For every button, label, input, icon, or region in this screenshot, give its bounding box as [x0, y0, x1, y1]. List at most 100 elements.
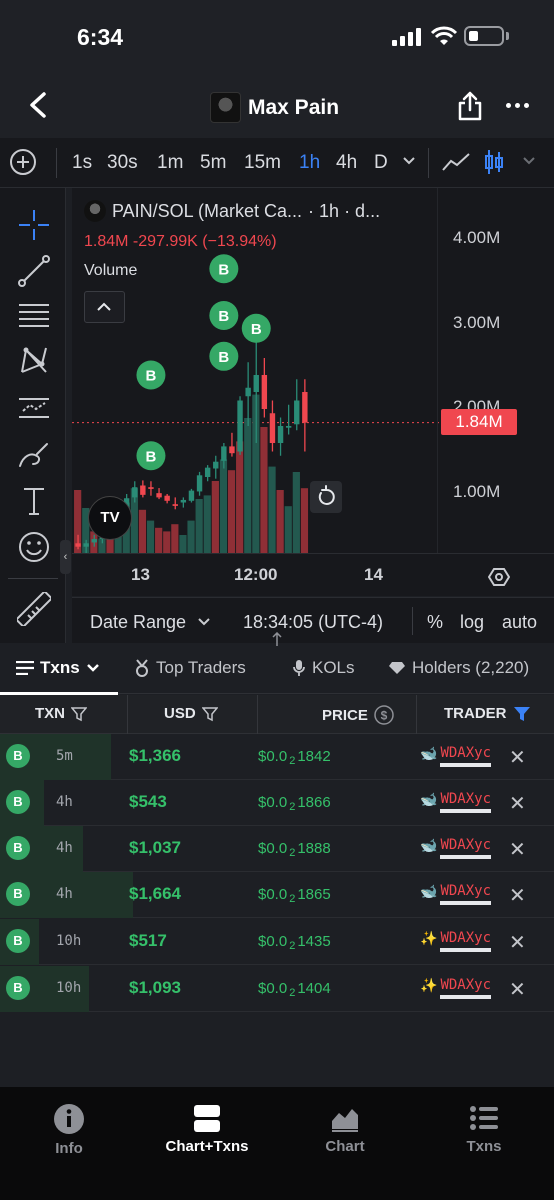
tab-kols-label: KOLs: [312, 658, 355, 677]
timeframe-1m[interactable]: 1m: [157, 152, 183, 174]
tab-top-traders[interactable]: Top Traders: [134, 658, 246, 678]
forecast-icon[interactable]: [17, 391, 51, 425]
trader-cell[interactable]: 🐋 WDAXyc: [420, 837, 492, 859]
volume-bar: [244, 418, 252, 553]
pattern-icon[interactable]: [17, 344, 51, 378]
crosshair-icon[interactable]: [17, 208, 51, 242]
chart-legend: PAIN/SOL (Market Ca... · 1h · d...: [84, 200, 380, 222]
dollar-circle-icon[interactable]: $: [374, 705, 394, 725]
ruler-icon[interactable]: [17, 592, 51, 626]
timeframe-dropdown-icon[interactable]: [402, 156, 416, 166]
remove-filter-icon[interactable]: ✕: [509, 745, 526, 770]
tab-txns[interactable]: Txns: [16, 658, 100, 678]
timeframe-d[interactable]: D: [374, 152, 388, 174]
bottom-tab-chart[interactable]: Chart: [290, 1103, 400, 1155]
remove-filter-icon[interactable]: ✕: [509, 977, 526, 1002]
trader-name[interactable]: WDAXyc: [440, 745, 492, 767]
chart-clock[interactable]: 18:34:05 (UTC-4): [243, 612, 383, 633]
emoji-icon[interactable]: [17, 530, 51, 564]
trader-cell[interactable]: 🐋 WDAXyc: [420, 745, 492, 767]
chevron-down-icon[interactable]: [198, 618, 210, 626]
txn-row[interactable]: B 4h $1,664 $0.0 2 1865 🐋 WDAXyc ✕: [0, 872, 554, 918]
timeframe-1s[interactable]: 1s: [72, 152, 92, 174]
trader-name[interactable]: WDAXyc: [440, 837, 492, 859]
trader-name[interactable]: WDAXyc: [440, 930, 492, 952]
date-range-button[interactable]: Date Range: [90, 612, 186, 633]
y-tick-label: 4.00M: [453, 228, 501, 247]
volume-bar: [179, 535, 187, 553]
txn-row[interactable]: B 4h $543 $0.0 2 1866 🐋 WDAXyc ✕: [0, 780, 554, 826]
token-title: Max Pain: [210, 92, 339, 123]
txn-usd: $1,664: [129, 884, 181, 903]
filter-icon[interactable]: [201, 706, 218, 722]
more-options-icon[interactable]: [506, 103, 529, 108]
tab-holders[interactable]: Holders (2,220): [388, 658, 554, 678]
percent-toggle[interactable]: %: [427, 612, 443, 633]
timeframe-15m[interactable]: 15m: [244, 152, 281, 174]
text-tool-icon[interactable]: [17, 484, 51, 518]
column-header-trader[interactable]: TRADER: [444, 705, 531, 722]
txn-row[interactable]: B 4h $1,037 $0.0 2 1888 🐋 WDAXyc ✕: [0, 826, 554, 872]
remove-filter-icon[interactable]: ✕: [509, 837, 526, 862]
buy-marker-label: B: [218, 308, 229, 325]
line-chart-type-icon[interactable]: [441, 151, 471, 173]
column-header-price[interactable]: PRICE $: [322, 705, 394, 725]
trader-name[interactable]: WDAXyc: [440, 883, 492, 905]
tab-kols[interactable]: KOLs: [292, 658, 355, 678]
candle: [164, 494, 170, 504]
trader-name[interactable]: WDAXyc: [440, 977, 492, 999]
txn-row[interactable]: B 10h $517 $0.0 2 1435 ✨ WDAXyc ✕: [0, 919, 554, 965]
reset-chart-button[interactable]: [310, 481, 342, 513]
remove-filter-icon[interactable]: ✕: [509, 930, 526, 955]
filter-icon[interactable]: [71, 706, 87, 722]
column-header-txn[interactable]: TXN: [35, 705, 87, 722]
bottom-tab-txns[interactable]: Txns: [429, 1103, 539, 1155]
legend-title: PAIN/SOL (Market Ca...: [112, 200, 303, 221]
remove-filter-icon[interactable]: ✕: [509, 791, 526, 816]
legend-collapse-button[interactable]: [84, 291, 125, 323]
log-toggle[interactable]: log: [460, 612, 484, 633]
candle: [237, 396, 243, 455]
table-header: TXN USD PRICE $ TRADER: [0, 695, 554, 734]
tab-txns-label: Txns: [40, 658, 80, 677]
share-icon[interactable]: [456, 90, 484, 122]
trend-line-icon[interactable]: [17, 254, 51, 288]
column-header-usd[interactable]: USD: [164, 705, 218, 722]
trader-name[interactable]: WDAXyc: [440, 791, 492, 813]
chart-settings-icon[interactable]: [488, 566, 510, 588]
tradingview-logo[interactable]: TV: [88, 496, 132, 540]
auto-toggle[interactable]: auto: [502, 612, 537, 633]
chart-type-dropdown-icon[interactable]: [522, 156, 536, 166]
back-chevron-icon[interactable]: [22, 89, 54, 121]
timeframe-1h[interactable]: 1h: [299, 152, 320, 174]
buy-marker-label: B: [146, 448, 157, 465]
trader-cell[interactable]: 🐋 WDAXyc: [420, 791, 492, 813]
trader-cell[interactable]: ✨ WDAXyc: [420, 977, 492, 999]
timeframe-4h[interactable]: 4h: [336, 152, 357, 174]
brush-icon[interactable]: [17, 438, 51, 472]
trader-cell[interactable]: 🐋 WDAXyc: [420, 883, 492, 905]
trader-cell[interactable]: ✨ WDAXyc: [420, 930, 492, 952]
volume-bar: [236, 441, 244, 553]
bottom-tab-chart-label: Chart: [325, 1138, 365, 1155]
txn-row[interactable]: B 5m $1,366 $0.0 2 1842 🐋 WDAXyc ✕: [0, 734, 554, 780]
candle: [261, 358, 268, 418]
candle: [229, 432, 235, 457]
collapse-toolbar-handle[interactable]: ‹: [60, 540, 71, 574]
filter-active-icon[interactable]: [513, 706, 531, 722]
txn-usd: $517: [129, 931, 167, 950]
txn-age: 10h: [56, 980, 82, 996]
remove-filter-icon[interactable]: ✕: [509, 883, 526, 908]
timeframe-30s[interactable]: 30s: [107, 152, 138, 174]
buy-marker: B: [136, 360, 166, 390]
volume-bar: [155, 527, 163, 553]
txn-row[interactable]: B 10h $1,093 $0.0 2 1404 ✨ WDAXyc ✕: [0, 966, 554, 1012]
txn-age: 10h: [56, 933, 82, 949]
bottom-tab-info[interactable]: Info: [14, 1103, 124, 1157]
candle-chart-type-icon[interactable]: [483, 148, 505, 176]
add-indicator-icon[interactable]: [10, 149, 36, 175]
fib-lines-icon[interactable]: [17, 298, 51, 332]
bottom-tab-chart-txns[interactable]: Chart+Txns: [152, 1103, 262, 1155]
timeframe-5m[interactable]: 5m: [200, 152, 226, 174]
volume-bar: [171, 524, 179, 553]
